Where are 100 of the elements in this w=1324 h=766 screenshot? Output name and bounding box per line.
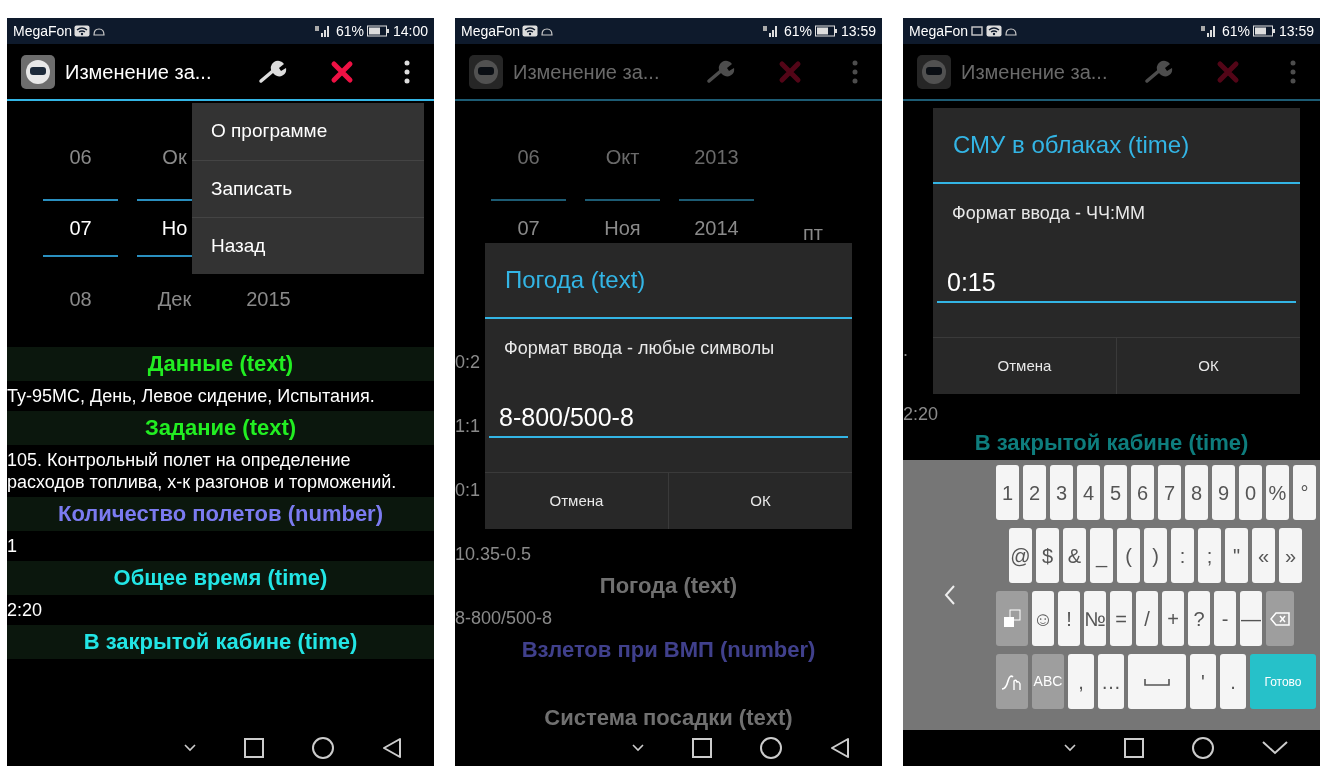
battery-icon — [1252, 25, 1275, 37]
keyboard-key[interactable]: % — [1266, 465, 1289, 520]
chevron-down-icon[interactable] — [184, 744, 196, 752]
carrier-name: MegaFon — [13, 21, 73, 41]
back-icon[interactable] — [830, 737, 850, 759]
field-value: 105. Контрольный полет на определение расходов топлива, х-к разгонов и торможений. — [7, 449, 398, 494]
wifi-icon — [74, 25, 91, 37]
picker-value[interactable]: 2013 — [679, 127, 754, 186]
recent-apps-icon[interactable] — [244, 738, 264, 758]
menu-item[interactable]: Назад — [192, 217, 424, 274]
keyboard-key[interactable]: ? — [1188, 591, 1210, 646]
keyboard-key[interactable]: — — [1240, 591, 1262, 646]
keyboard-key[interactable]: = — [1110, 591, 1132, 646]
keyboard-key[interactable]: $ — [1036, 528, 1059, 583]
keyboard-key[interactable]: _ — [1090, 528, 1113, 583]
chevron-down-icon[interactable] — [1064, 744, 1076, 752]
keyboard-key[interactable]: « — [1252, 528, 1275, 583]
close-icon[interactable] — [330, 59, 354, 84]
home-icon[interactable] — [1192, 737, 1214, 759]
keyboard-key[interactable]: » — [1279, 528, 1302, 583]
keyboard-key[interactable]: ; — [1198, 528, 1221, 583]
keyboard-key[interactable]: : — [1171, 528, 1194, 583]
home-icon[interactable] — [312, 737, 334, 759]
dialog-title: Погода (text) — [485, 243, 852, 319]
hide-keyboard-icon[interactable] — [1262, 741, 1288, 755]
picker-value[interactable]: 07 — [43, 198, 118, 257]
layout-switch-icon — [1003, 608, 1021, 629]
wifi-icon — [522, 25, 539, 37]
keyboard-key[interactable]: ) — [1144, 528, 1167, 583]
keyboard-key[interactable]: … — [1098, 654, 1124, 709]
screen-title: Изменение за... — [513, 59, 660, 85]
picker-value[interactable]: 08 — [43, 269, 118, 328]
back-icon[interactable] — [382, 737, 402, 759]
keyboard-key[interactable]: ' — [1190, 654, 1216, 709]
wifi-icon — [986, 25, 1003, 37]
keyboard-key[interactable]: 6 — [1131, 465, 1154, 520]
keyboard-key[interactable]: + — [1162, 591, 1184, 646]
recent-apps-icon[interactable] — [692, 738, 712, 758]
keyboard-key[interactable]: 4 — [1077, 465, 1100, 520]
keyboard-key[interactable]: ☺ — [1032, 591, 1054, 646]
keyboard-key[interactable]: 0 — [1239, 465, 1262, 520]
clock-time: 13:59 — [840, 21, 876, 41]
keyboard-key[interactable]: 5 — [1104, 465, 1127, 520]
signal-icon — [761, 24, 780, 38]
field-value: 1 — [7, 535, 17, 558]
picker-value[interactable]: Окт — [585, 127, 660, 186]
text-input-field[interactable]: 0:15 — [937, 263, 1296, 303]
hand-gesture-icon — [1001, 672, 1023, 691]
keyboard-key[interactable]: @ — [1009, 528, 1032, 583]
section-header: Общее время (time) — [7, 561, 434, 595]
dialog-button[interactable]: ОК — [668, 473, 852, 529]
menu-item[interactable]: Записать — [192, 160, 424, 217]
text-input-field[interactable]: 8-800/500-8 — [489, 398, 848, 438]
recent-apps-icon[interactable] — [1124, 738, 1144, 758]
dialog-button[interactable]: Отмена — [933, 338, 1116, 394]
keyboard-key[interactable]: 1 — [996, 465, 1019, 520]
chevron-down-icon[interactable] — [632, 744, 644, 752]
space-key[interactable] — [1128, 654, 1186, 709]
dialog-message: Формат ввода - ЧЧ:ММ — [951, 202, 1146, 225]
section-header: В закрытой кабине (time) — [7, 625, 434, 659]
picker-value[interactable]: 06 — [43, 127, 118, 186]
field-value: 0:2 — [455, 351, 481, 374]
keyboard-key[interactable]: ( — [1117, 528, 1140, 583]
clock-time: 13:59 — [1278, 21, 1314, 41]
chevron-left-icon[interactable] — [943, 585, 956, 605]
keyboard-key[interactable]: & — [1063, 528, 1086, 583]
keyboard-key[interactable]: № — [1084, 591, 1106, 646]
keyboard-key[interactable]: - — [1214, 591, 1236, 646]
dialog-title: СМУ в облаках (time) — [933, 108, 1300, 184]
field-value: . — [903, 339, 908, 362]
field-value: Ту-95МС, День, Левое сидение, Испытания. — [7, 385, 375, 408]
picker-value[interactable]: 06 — [491, 127, 566, 186]
backspace-icon — [1270, 611, 1290, 626]
dialog-button[interactable]: Отмена — [485, 473, 668, 529]
keyboard-key[interactable]: 7 — [1158, 465, 1181, 520]
battery-percent: 61% — [1221, 21, 1250, 41]
keyboard-key[interactable]: 9 — [1212, 465, 1235, 520]
battery-percent: 61% — [783, 21, 812, 41]
keyboard-key[interactable]: . — [1220, 654, 1246, 709]
keyboard-key[interactable]: / — [1136, 591, 1158, 646]
battery-percent: 61% — [335, 21, 364, 41]
field-value: 1:1 — [455, 415, 481, 438]
home-icon[interactable] — [760, 737, 782, 759]
keyboard-key[interactable]: 2 — [1023, 465, 1046, 520]
signal-icon — [313, 24, 332, 38]
keyboard-key[interactable]: ° — [1293, 465, 1316, 520]
wrench-icon[interactable] — [258, 59, 288, 84]
keyboard-key[interactable]: " — [1225, 528, 1248, 583]
battery-icon — [366, 25, 389, 37]
keyboard-key[interactable]: ! — [1058, 591, 1080, 646]
keyboard-key[interactable]: , — [1068, 654, 1094, 709]
signal-icon — [1199, 24, 1218, 38]
battery-icon — [814, 25, 837, 37]
keyboard-key[interactable]: 8 — [1185, 465, 1208, 520]
number-layout-key[interactable] — [996, 591, 1028, 646]
keyboard-key[interactable]: 3 — [1050, 465, 1073, 520]
dialog-button[interactable]: ОК — [1116, 338, 1300, 394]
screen-title: Изменение за... — [961, 59, 1108, 85]
overflow-menu-icon[interactable] — [404, 59, 410, 84]
menu-item[interactable]: О программе — [192, 103, 424, 160]
